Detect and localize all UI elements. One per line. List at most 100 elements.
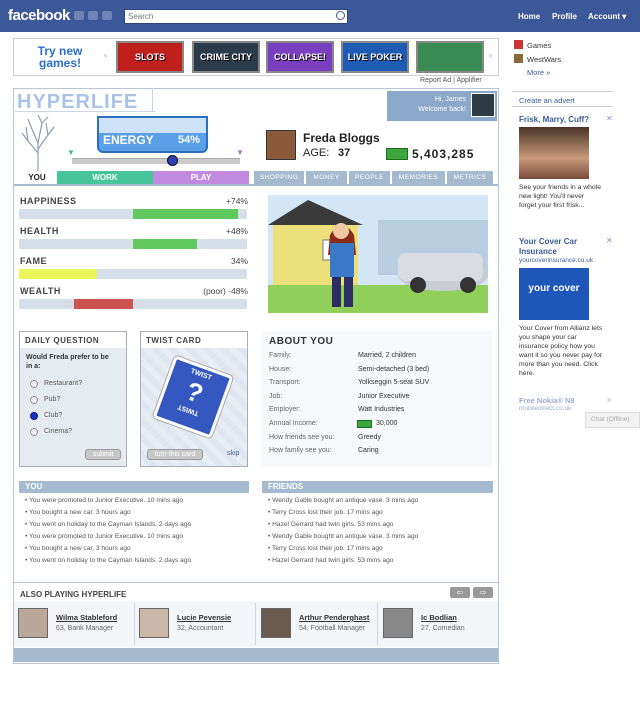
stat-bar-fill-health (133, 239, 197, 249)
feed-item: • You were promoted to Junior Executive.… (25, 497, 184, 504)
ad-title-frisk[interactable]: Frisk, Marry, Cuff? (519, 115, 589, 124)
about-value-2: Yolkseggin 5-seat SUV (358, 379, 430, 387)
feed-item: • You bought a new car. 3 hours ago (25, 545, 131, 552)
tab-memories[interactable]: MEMORIES (391, 171, 445, 184)
about-value-0: Married, 2 children (358, 352, 416, 359)
more-apps-link[interactable]: More » (527, 68, 550, 77)
player-description: 54, Football Manager (299, 625, 366, 632)
strip-prev-icon[interactable]: ‹ (104, 50, 107, 60)
nav-home[interactable]: Home (518, 12, 540, 21)
skip-link[interactable]: skip (227, 450, 239, 457)
about-key-7: How family see you: (269, 447, 332, 455)
twist-card-title: TWIST CARD (146, 336, 202, 345)
search-input[interactable]: Search (124, 9, 348, 24)
game-tile-live-poker[interactable]: LIVE POKER (341, 41, 409, 73)
game-tile-bingo[interactable] (416, 41, 484, 73)
about-key-1: House: (269, 365, 292, 373)
submit-button[interactable]: submit (85, 449, 121, 460)
player-name[interactable]: Lucie Pevensie (177, 613, 231, 622)
tab-underline (14, 184, 498, 186)
ad-sub-nokia[interactable]: mobiledirect.co.uk (519, 405, 571, 412)
tab-metrics[interactable]: METRICS (446, 171, 493, 184)
about-key-0: Family: (269, 352, 292, 359)
prev-arrow-button[interactable]: ⇦ (450, 587, 470, 598)
game-tile-slots[interactable]: SLOTS (116, 41, 184, 73)
ad-title-nokia[interactable]: Free Nokia® N8 (519, 396, 575, 405)
close-icon[interactable]: ✕ (606, 114, 613, 123)
daily-question-title: DAILY QUESTION (25, 336, 100, 345)
game-tile-collapse[interactable]: COLLAPSE! (266, 41, 334, 73)
divider (134, 603, 135, 645)
player-avatar[interactable] (261, 608, 291, 638)
app-link-games[interactable]: Games (527, 41, 551, 50)
feed-item: • Hazel Gerrard had twin girls. 53 mins … (268, 521, 394, 528)
option-label-1[interactable]: Pub? (44, 396, 60, 403)
tab-people[interactable]: PEOPLE (348, 171, 390, 184)
search-icon[interactable] (336, 11, 345, 20)
slider-handle[interactable] (167, 155, 178, 166)
create-advert-link[interactable]: Create an advert (519, 96, 575, 105)
games-app-icon (514, 40, 523, 49)
greeting-name: Hi, James (434, 96, 466, 103)
tree-icon (21, 114, 55, 171)
feed-item: • You were promoted to Junior Executive.… (25, 533, 184, 540)
option-label-3[interactable]: Cinema? (44, 428, 72, 435)
stat-value-fame: 34% (230, 256, 248, 266)
facebook-logo[interactable]: facebook (8, 7, 70, 24)
radio-option-0[interactable] (30, 380, 38, 388)
radio-option-3[interactable] (30, 428, 38, 436)
ad-title-yourcover[interactable]: Your Cover Car Insurance (519, 237, 599, 257)
turn-card-button[interactable]: turn this card (147, 449, 203, 460)
report-ad-link[interactable]: Report Ad | Applifier (420, 77, 482, 84)
option-label-0[interactable]: Restaurant? (44, 380, 82, 387)
close-icon[interactable]: ✕ (606, 236, 613, 245)
friends-feed-header: FRIENDS (262, 481, 493, 493)
game-tile-crime-city[interactable]: CRIME CITY (192, 41, 260, 73)
radio-option-1[interactable] (30, 396, 38, 404)
question-text: Would Freda prefer to be in a: (26, 354, 109, 370)
greeting-welcome: Welcome back! (418, 106, 466, 113)
work-play-slider[interactable] (72, 158, 240, 164)
radio-option-2[interactable] (30, 412, 38, 420)
ad-image-frisk[interactable] (519, 127, 589, 179)
tab-work[interactable]: WORK (57, 171, 153, 184)
divider (14, 582, 498, 583)
player-avatar[interactable] (18, 608, 48, 638)
nav-account[interactable]: Account ▾ (588, 12, 626, 21)
close-icon[interactable]: ✕ (606, 396, 613, 405)
try-new-games-label[interactable]: Try new games! (20, 45, 100, 69)
stat-bar-fill-fame (19, 269, 97, 279)
feed-item: • You went on holiday to the Cayman Isla… (25, 557, 192, 564)
feed-item: • Terry Cross lost their job. 17 mins ag… (268, 509, 383, 516)
ad-logo-yourcover[interactable]: your cover (519, 268, 589, 320)
stat-bar-fill-happiness (133, 209, 238, 219)
stat-bar-happiness (19, 209, 247, 219)
stat-value-wealth: (poor) -48% (203, 286, 248, 296)
divider (377, 603, 378, 645)
stat-value-health: +48% (226, 226, 248, 236)
chat-bar[interactable]: Chat (Offline) (585, 412, 640, 428)
messages-icon[interactable] (88, 11, 98, 20)
tab-shopping[interactable]: SHOPPING (253, 171, 304, 184)
player-name[interactable]: Ic Bodlian (421, 613, 457, 622)
ad-sub-yourcover[interactable]: yourcoverinsurance.co.uk (519, 257, 593, 264)
stat-bar-fame (19, 269, 247, 279)
strip-next-icon[interactable]: › (489, 50, 492, 60)
player-avatar[interactable] (383, 608, 413, 638)
player-name[interactable]: Arthur Penderghast (299, 613, 369, 622)
friend-requests-icon[interactable] (74, 11, 84, 20)
user-avatar[interactable] (471, 93, 495, 117)
option-label-2[interactable]: Club? (44, 412, 62, 419)
notifications-icon[interactable] (102, 11, 112, 20)
tab-play[interactable]: PLAY (153, 171, 249, 184)
player-description: 63, Bank Manager (56, 625, 114, 632)
tab-money[interactable]: MONEY (305, 171, 347, 184)
tab-you[interactable]: YOU (18, 171, 56, 184)
app-link-westwars[interactable]: WestWars (527, 55, 561, 64)
nav-profile[interactable]: Profile (552, 12, 577, 21)
next-arrow-button[interactable]: ⇨ (473, 587, 493, 598)
you-feed-header: YOU (19, 481, 249, 493)
player-avatar[interactable] (139, 608, 169, 638)
greeting-text: Hi, James Welcome back! (390, 95, 466, 115)
player-name[interactable]: Wilma Stableford (56, 613, 117, 622)
